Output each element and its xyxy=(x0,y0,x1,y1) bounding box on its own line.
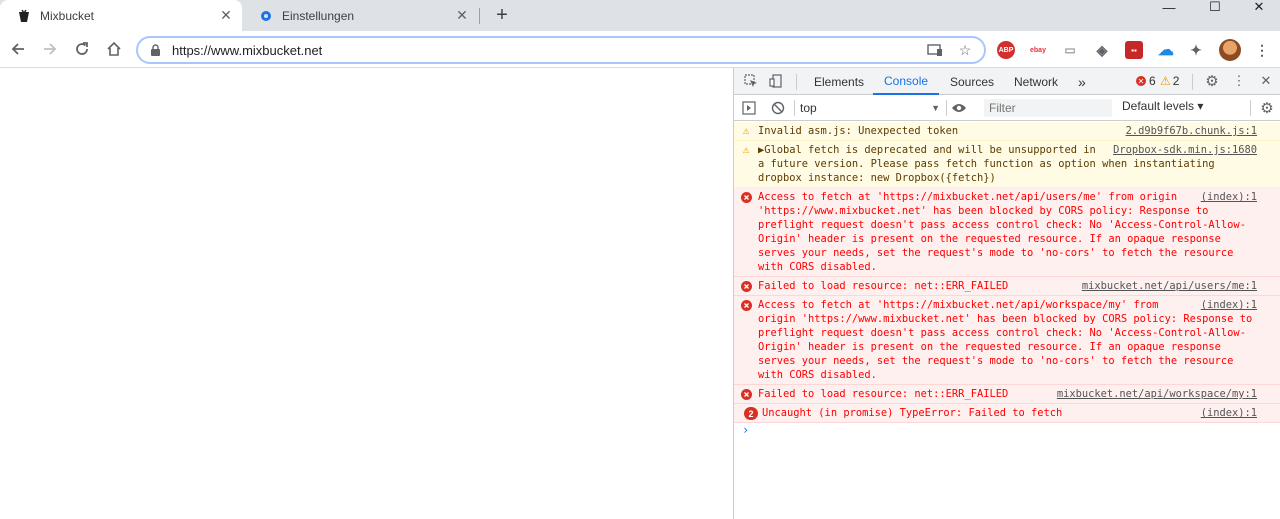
eye-icon[interactable] xyxy=(950,99,968,117)
inspect-element-icon[interactable] xyxy=(742,72,760,90)
ebay-icon[interactable]: ebay xyxy=(1029,41,1047,59)
source-link[interactable]: (index):1 xyxy=(1201,298,1257,312)
log-levels-dropdown[interactable]: Default levels ▾ xyxy=(1122,99,1203,113)
devtools-close-icon[interactable]: ✕ xyxy=(1257,72,1275,90)
error-icon: ✕ xyxy=(1136,76,1146,86)
message-text: Failed to load resource: net::ERR_FAILED xyxy=(758,280,1009,292)
page-content xyxy=(0,68,733,519)
bucket-icon xyxy=(16,8,32,24)
console-error: 2 (index):1 Uncaught (in promise) TypeEr… xyxy=(734,404,1280,423)
source-link[interactable]: 2.d9b9f67b.chunk.js:1 xyxy=(1126,124,1257,138)
reload-icon[interactable] xyxy=(70,37,94,61)
filter-input[interactable] xyxy=(984,99,1112,117)
show-sidebar-icon[interactable] xyxy=(740,99,758,117)
divider xyxy=(946,100,947,116)
device-toolbar-icon[interactable] xyxy=(767,72,785,90)
close-tab-icon[interactable]: ✕ xyxy=(454,7,470,24)
tab-mixbucket[interactable]: Mixbucket ✕ xyxy=(0,0,242,31)
lock-icon[interactable] xyxy=(148,43,162,57)
browser-toolbar: https://www.mixbucket.net ☆ ABP ebay ▭ ◈… xyxy=(0,31,1280,68)
error-icon xyxy=(740,388,752,400)
console-warning: ⚠ Dropbox-sdk.min.js:1680 ▶Global fetch … xyxy=(734,141,1280,188)
close-window-button[interactable]: ✕ xyxy=(1236,0,1280,14)
tab-separator xyxy=(479,8,480,24)
clear-console-icon[interactable] xyxy=(769,99,787,117)
url-text[interactable]: https://www.mixbucket.net xyxy=(172,43,924,58)
warning-count: 2 xyxy=(1172,74,1180,88)
address-bar[interactable]: https://www.mixbucket.net ☆ xyxy=(136,36,986,64)
message-text: Access to fetch at 'https://mixbucket.ne… xyxy=(758,299,1259,381)
source-link[interactable]: (index):1 xyxy=(1201,190,1257,204)
repeat-count-badge: 2 xyxy=(744,407,758,420)
devtools-settings-icon[interactable]: ⚙ xyxy=(1203,72,1221,90)
source-link[interactable]: mixbucket.net/api/users/me:1 xyxy=(1082,279,1257,293)
close-tab-icon[interactable]: ✕ xyxy=(218,7,234,24)
extension-red-icon[interactable]: ▪▪ xyxy=(1125,41,1143,59)
extension-cloud-icon[interactable]: ☁ xyxy=(1157,41,1175,59)
devtools-tab-bar: Elements Console Sources Network » ✕ 6 ⚠… xyxy=(734,68,1280,95)
console-settings-icon[interactable]: ⚙ xyxy=(1258,99,1276,117)
new-tab-button[interactable]: + xyxy=(491,4,513,26)
warning-counter[interactable]: ⚠ 2 xyxy=(1160,74,1179,88)
extension-shield-icon[interactable]: ◈ xyxy=(1093,41,1111,59)
adblock-plus-icon[interactable]: ABP xyxy=(997,41,1015,59)
console-messages: ⚠ 2.d9b9f67b.chunk.js:1 Invalid asm.js: … xyxy=(734,122,1280,439)
devtools-panel: Elements Console Sources Network » ✕ 6 ⚠… xyxy=(733,68,1280,519)
message-text[interactable]: Uncaught (in promise) TypeError: Failed … xyxy=(762,407,1062,419)
message-text: Invalid asm.js: Unexpected token xyxy=(758,125,959,137)
avatar[interactable] xyxy=(1219,39,1241,61)
cast-icon[interactable] xyxy=(924,39,946,61)
home-icon[interactable] xyxy=(102,37,126,61)
minimize-button[interactable]: — xyxy=(1146,0,1192,15)
warning-icon: ⚠ xyxy=(1160,74,1171,88)
source-link[interactable]: Dropbox-sdk.min.js:1680 xyxy=(1113,143,1257,157)
console-error: (index):1 Access to fetch at 'https://mi… xyxy=(734,188,1280,277)
context-value: top xyxy=(800,101,817,115)
context-select[interactable]: top ▼ xyxy=(800,99,940,117)
tab-strip: Mixbucket ✕ Einstellungen ✕ + — ☐ ✕ xyxy=(0,0,1280,31)
warning-icon: ⚠ xyxy=(742,143,750,156)
puzzle-icon[interactable]: ✦ xyxy=(1187,41,1205,59)
devtools-menu-icon[interactable]: ⋮ xyxy=(1230,72,1248,90)
browser-menu-icon[interactable]: ⋮ xyxy=(1253,41,1271,59)
error-icon xyxy=(740,299,752,311)
more-tabs-icon[interactable]: » xyxy=(1078,68,1086,95)
message-text: Access to fetch at 'https://mixbucket.ne… xyxy=(758,191,1246,273)
chevron-down-icon: ▼ xyxy=(931,103,940,113)
console-warning: ⚠ 2.d9b9f67b.chunk.js:1 Invalid asm.js: … xyxy=(734,122,1280,141)
error-icon xyxy=(740,191,752,203)
error-counter[interactable]: ✕ 6 xyxy=(1136,74,1156,88)
console-filter-bar: top ▼ Default levels ▾ ⚙ xyxy=(734,96,1280,121)
message-text: Failed to load resource: net::ERR_FAILED xyxy=(758,388,1009,400)
extension-grey-icon[interactable]: ▭ xyxy=(1061,41,1079,59)
source-link[interactable]: mixbucket.net/api/workspace/my:1 xyxy=(1057,387,1257,401)
forward-icon[interactable] xyxy=(38,37,62,61)
console-prompt[interactable]: › xyxy=(734,423,1280,439)
console-error: (index):1 Access to fetch at 'https://mi… xyxy=(734,296,1280,385)
tab-title: Mixbucket xyxy=(40,8,95,23)
tab-console[interactable]: Console xyxy=(873,68,940,95)
bookmark-star-icon[interactable]: ☆ xyxy=(954,39,976,61)
error-icon xyxy=(740,280,752,292)
console-error: mixbucket.net/api/workspace/my:1 Failed … xyxy=(734,385,1280,404)
maximize-button[interactable]: ☐ xyxy=(1192,0,1238,14)
tab-title: Einstellungen xyxy=(282,8,355,23)
console-error: mixbucket.net/api/users/me:1 Failed to l… xyxy=(734,277,1280,296)
divider xyxy=(796,74,797,90)
tab-elements[interactable]: Elements xyxy=(814,68,864,95)
divider xyxy=(794,100,795,116)
tab-sources[interactable]: Sources xyxy=(950,68,994,95)
tab-einstellungen[interactable]: Einstellungen ✕ xyxy=(242,0,478,31)
warning-icon: ⚠ xyxy=(742,124,750,137)
settings-gear-icon xyxy=(258,8,274,24)
source-link[interactable]: (index):1 xyxy=(1201,406,1257,420)
divider xyxy=(1192,74,1193,90)
error-count: 6 xyxy=(1149,74,1156,88)
back-icon[interactable] xyxy=(6,37,30,61)
divider xyxy=(1250,100,1251,116)
tab-network[interactable]: Network xyxy=(1014,68,1058,95)
